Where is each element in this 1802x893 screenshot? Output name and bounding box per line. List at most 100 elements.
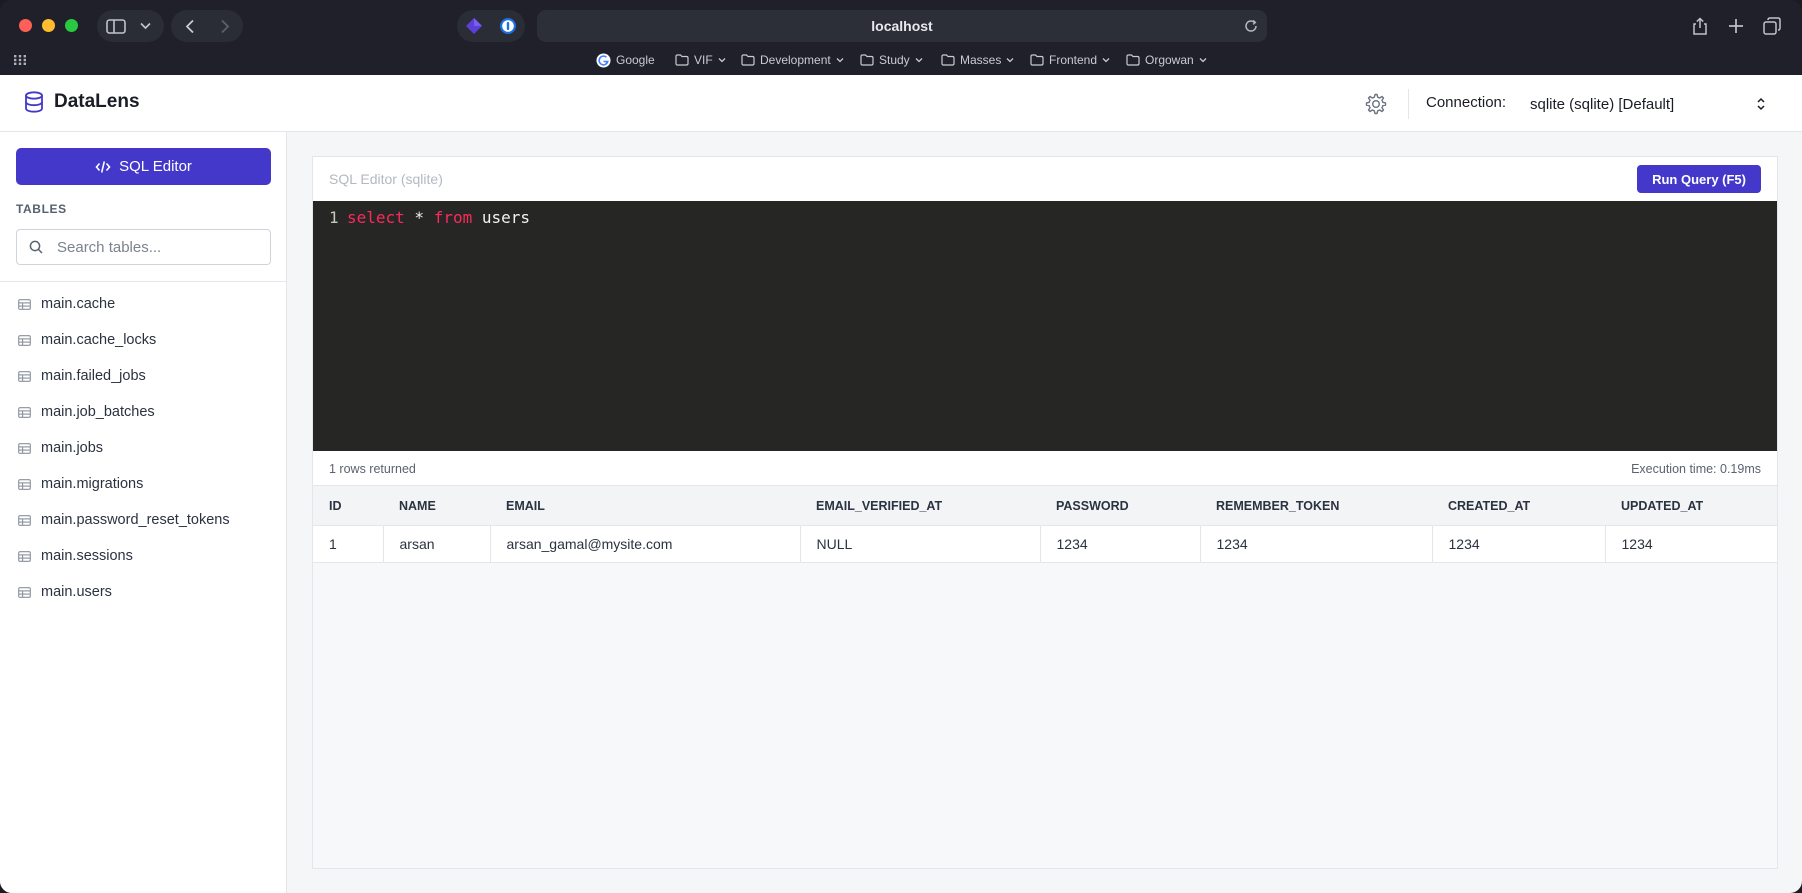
- keyword-select: select: [347, 208, 405, 227]
- extension-diamond-icon[interactable]: [464, 16, 484, 36]
- line-number: 1: [329, 208, 339, 227]
- table-list: main.cache main.cache_locks main.failed_jo…: [0, 286, 286, 610]
- search-tables-box: [16, 229, 271, 265]
- chevron-down-icon: [915, 58, 923, 63]
- sidebar-table-item[interactable]: main.cache: [0, 286, 286, 322]
- connection-label: Connection:: [1426, 94, 1507, 111]
- table-cell[interactable]: 1: [313, 525, 384, 563]
- bookmark-label: VIF: [694, 53, 713, 67]
- sql-editor-button[interactable]: SQL Editor: [16, 148, 271, 185]
- sidebar: SQL Editor TABLES main.cache main.cache_l…: [0, 132, 287, 893]
- table-cell[interactable]: arsan_gamal@mysite.com: [490, 525, 801, 563]
- code-icon: [95, 160, 111, 173]
- folder-icon: [1030, 54, 1044, 66]
- sidebar-table-item[interactable]: main.sessions: [0, 538, 286, 574]
- connection-value: sqlite (sqlite) [Default]: [1530, 95, 1675, 113]
- chevron-down-icon: [836, 58, 844, 63]
- folder-icon: [941, 54, 955, 66]
- connection-select[interactable]: sqlite (sqlite) [Default]: [1518, 85, 1776, 123]
- forward-icon[interactable]: [214, 16, 236, 36]
- column-header[interactable]: REMEMBER_TOKEN: [1200, 485, 1432, 526]
- tables-heading: TABLES: [16, 202, 67, 216]
- sidebar-toggle-icon[interactable]: [104, 15, 128, 37]
- editor-header: SQL Editor (sqlite) Run Query (F5): [313, 157, 1777, 201]
- sql-editor-panel: SQL Editor (sqlite) Run Query (F5) 1 sel…: [312, 156, 1778, 869]
- chevron-down-icon: [1006, 58, 1014, 63]
- sql-editor-label: SQL Editor: [119, 158, 192, 175]
- table-icon: [18, 334, 31, 346]
- search-icon: [29, 240, 43, 254]
- apps-grid-icon[interactable]: [14, 50, 26, 70]
- share-icon[interactable]: [1689, 15, 1711, 37]
- table-icon: [18, 478, 31, 490]
- column-header[interactable]: EMAIL_VERIFIED_AT: [800, 485, 1040, 526]
- table-cell[interactable]: NULL: [800, 525, 1041, 563]
- tab-overview-icon[interactable]: [1761, 15, 1783, 37]
- sidebar-table-item[interactable]: main.cache_locks: [0, 322, 286, 358]
- bookmark-folder-orgowan[interactable]: Orgowan: [1126, 50, 1207, 70]
- table-name: main.cache: [41, 296, 116, 312]
- table-cell[interactable]: 1234: [1605, 525, 1777, 563]
- minimize-window-button[interactable]: [42, 19, 55, 32]
- sidebar-table-item[interactable]: main.job_batches: [0, 394, 286, 430]
- bookmark-folder-masses[interactable]: Masses: [941, 50, 1014, 70]
- table-icon: [18, 298, 31, 310]
- close-window-button[interactable]: [19, 19, 32, 32]
- bookmark-folder-development[interactable]: Development: [741, 50, 844, 70]
- table-cell[interactable]: 1234: [1432, 525, 1606, 563]
- results-table: ID NAME EMAIL EMAIL_VERIFIED_AT PASSWORD REME…: [313, 485, 1777, 563]
- table-name: main.jobs: [41, 440, 104, 456]
- run-query-button[interactable]: Run Query (F5): [1637, 165, 1761, 193]
- table-name: main.password_reset_tokens: [41, 512, 230, 528]
- sidebar-table-item[interactable]: main.failed_jobs: [0, 358, 286, 394]
- address-bar[interactable]: localhost: [537, 10, 1267, 42]
- column-header[interactable]: ID: [313, 485, 383, 526]
- table-icon: [18, 514, 31, 526]
- query-text[interactable]: select * from users: [347, 208, 530, 227]
- code-editor[interactable]: 1 select * from users: [313, 201, 1777, 451]
- sidebar-table-item[interactable]: main.users: [0, 574, 286, 610]
- chevron-down-icon[interactable]: [136, 16, 154, 36]
- query-operator: *: [404, 208, 434, 227]
- table-icon: [18, 442, 31, 454]
- bookmark-folder-vif[interactable]: VIF: [675, 50, 726, 70]
- reload-icon[interactable]: [1243, 18, 1259, 37]
- bookmark-folder-frontend[interactable]: Frontend: [1030, 50, 1110, 70]
- folder-icon: [675, 54, 689, 66]
- column-header[interactable]: NAME: [383, 485, 490, 526]
- sidebar-table-item[interactable]: main.migrations: [0, 466, 286, 502]
- sidebar-table-item[interactable]: main.password_reset_tokens: [0, 502, 286, 538]
- folder-icon: [1126, 54, 1140, 66]
- google-icon: [596, 52, 611, 68]
- table-cell[interactable]: arsan: [383, 525, 491, 563]
- table-name: main.job_batches: [41, 404, 155, 420]
- table-cell[interactable]: 1234: [1040, 525, 1201, 563]
- select-arrows-icon: [1756, 96, 1766, 116]
- new-tab-icon[interactable]: [1725, 15, 1747, 37]
- password-manager-icon[interactable]: [498, 16, 518, 36]
- brand[interactable]: DataLens: [24, 91, 140, 113]
- table-icon: [18, 550, 31, 562]
- settings-gear-icon[interactable]: [1364, 92, 1388, 116]
- column-header[interactable]: CREATED_AT: [1432, 485, 1605, 526]
- bookmark-folder-study[interactable]: Study: [860, 50, 923, 70]
- header-divider: [1408, 89, 1409, 119]
- table-row[interactable]: 1 arsan arsan_gamal@mysite.com NULL 1234 1234…: [313, 525, 1777, 563]
- column-header[interactable]: PASSWORD: [1040, 485, 1200, 526]
- column-header[interactable]: UPDATED_AT: [1605, 485, 1777, 526]
- bookmark-google[interactable]: Google: [596, 50, 655, 70]
- results-empty-area: [313, 563, 1777, 868]
- zoom-window-button[interactable]: [65, 19, 78, 32]
- table-icon: [18, 370, 31, 382]
- search-tables-input[interactable]: [57, 238, 257, 256]
- keyword-from: from: [433, 208, 473, 227]
- sidebar-table-item[interactable]: main.jobs: [0, 430, 286, 466]
- back-icon[interactable]: [179, 16, 201, 36]
- folder-icon: [860, 54, 874, 66]
- chevron-down-icon: [718, 58, 726, 63]
- editor-title: SQL Editor (sqlite): [329, 171, 443, 187]
- table-icon: [18, 586, 31, 598]
- column-header[interactable]: EMAIL: [490, 485, 800, 526]
- bookmarks-bar: Google VIF Development Study Masses Fron…: [0, 50, 1802, 70]
- table-cell[interactable]: 1234: [1200, 525, 1433, 563]
